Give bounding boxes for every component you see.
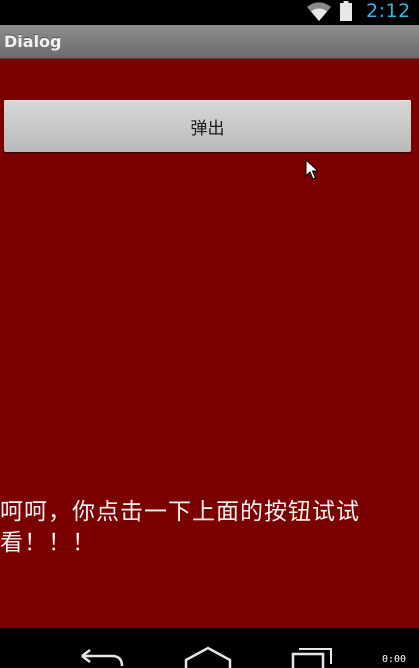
title-bar: Dialog (0, 25, 419, 59)
battery-icon (340, 1, 352, 21)
navigation-bar (0, 628, 419, 668)
hint-text: 呵呵，你点击一下上面的按钮试试看！！！ (0, 499, 360, 556)
mouse-cursor-icon (305, 159, 319, 180)
recent-apps-icon[interactable] (289, 646, 337, 668)
android-screen: 2:12 Dialog 弹出 呵呵，你点击一下上面的按钮试试看！！！ 0:00 (0, 0, 419, 668)
wifi-icon (307, 2, 331, 21)
home-icon[interactable] (184, 646, 232, 668)
back-icon[interactable] (78, 646, 126, 668)
corner-timer-label: 0:00 (382, 654, 407, 665)
status-clock: 2:12 (366, 0, 411, 22)
app-title: Dialog (4, 32, 62, 51)
popup-button[interactable]: 弹出 (4, 100, 411, 152)
status-bar: 2:12 (0, 0, 419, 25)
activity-content: 弹出 呵呵，你点击一下上面的按钮试试看！！！ (0, 59, 419, 628)
